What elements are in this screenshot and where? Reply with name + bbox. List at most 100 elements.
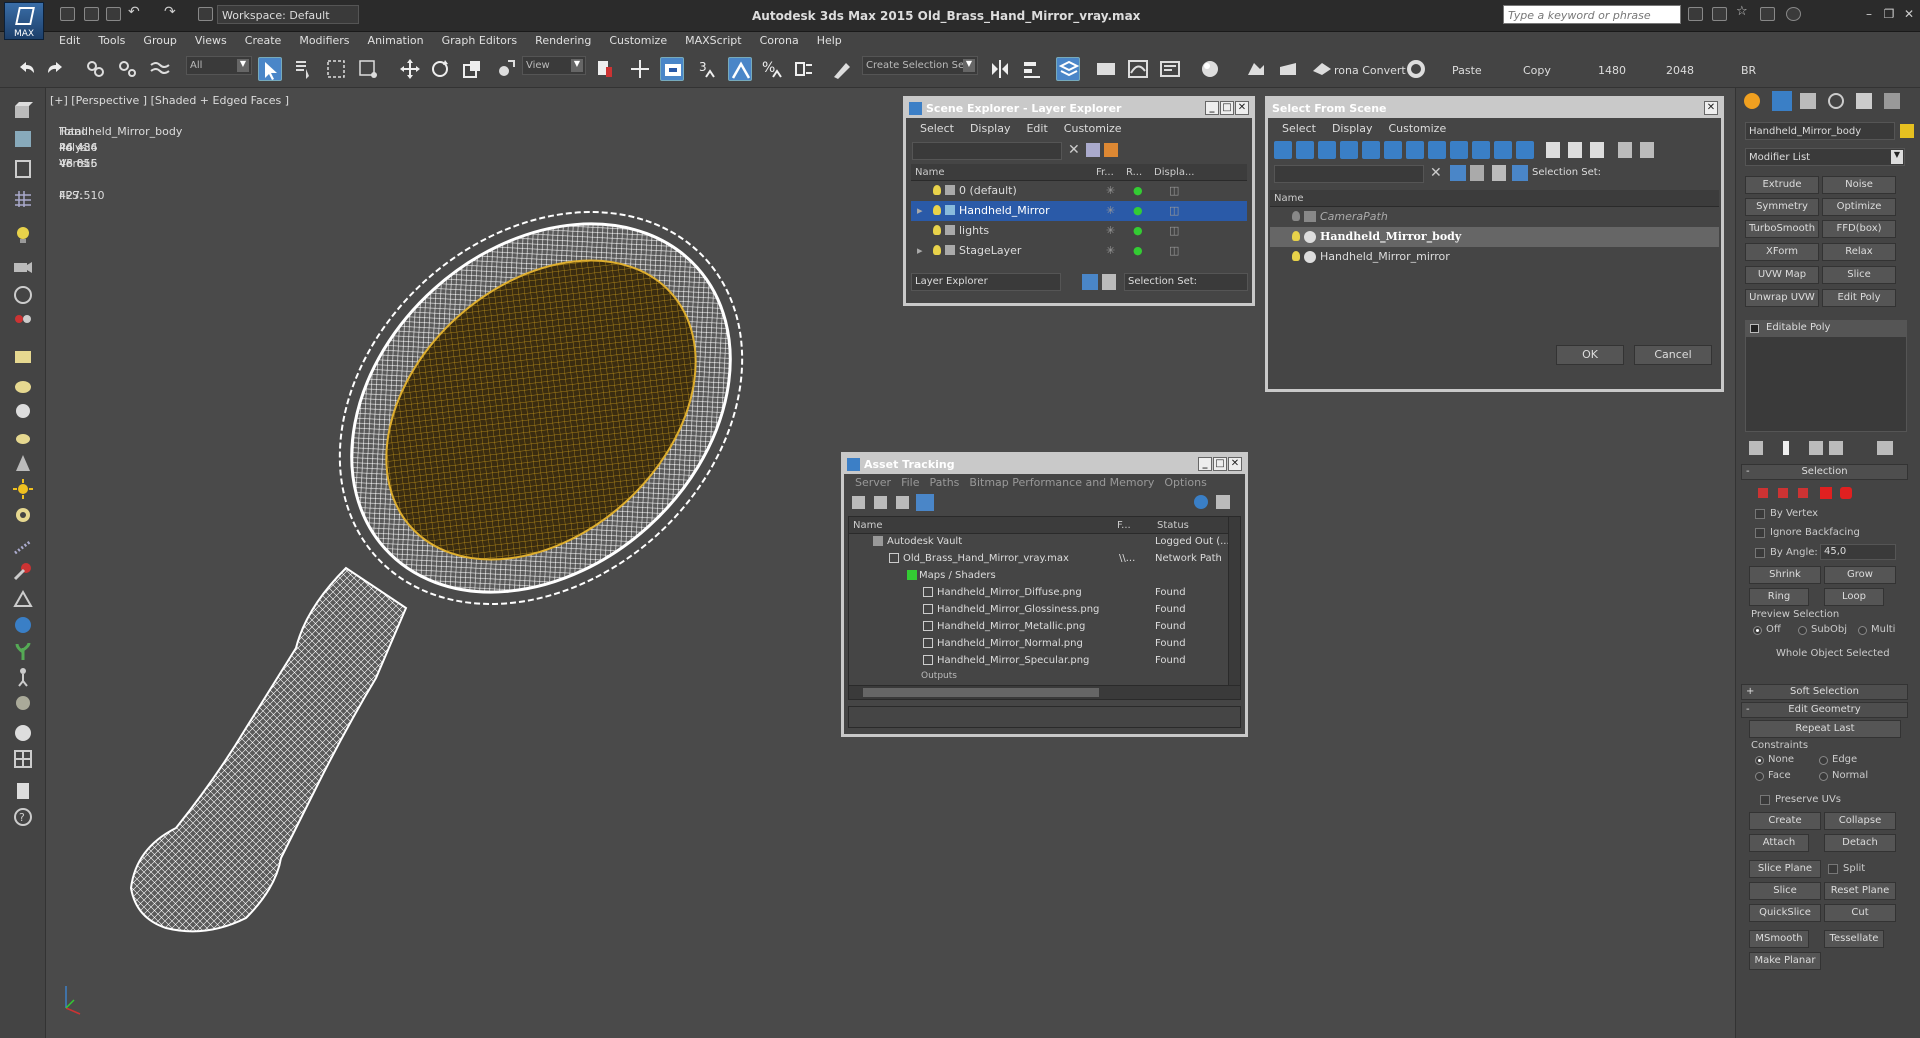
create-button[interactable]: Create [1749, 812, 1821, 830]
angle-spinner[interactable]: 45,0 [1820, 544, 1896, 560]
preview-subobj-radio[interactable] [1798, 626, 1807, 635]
filter-space-warps-icon[interactable] [1384, 141, 1402, 159]
plant-icon[interactable] [12, 640, 34, 662]
stack-item-editable-poly[interactable]: Editable Poly [1746, 321, 1906, 337]
render-teapot-icon[interactable]: ● [1133, 184, 1143, 197]
asset-row[interactable]: Maps / Shaders [849, 568, 1240, 585]
polygon-icon[interactable] [1820, 487, 1832, 499]
preview-multi-radio[interactable] [1858, 626, 1867, 635]
preview-off-radio[interactable] [1753, 626, 1762, 635]
at-col-name[interactable]: Name [853, 520, 883, 531]
maximize-icon[interactable]: ❐ [1880, 7, 1898, 21]
menu-graph-editors[interactable]: Graph Editors [433, 32, 527, 50]
object-row-selected[interactable]: Handheld_Mirror_body [1270, 227, 1719, 247]
angle-snap-icon[interactable] [728, 57, 752, 81]
filter-groups-icon[interactable] [1406, 141, 1424, 159]
make-unique-icon[interactable] [1809, 441, 1823, 455]
menu-tools[interactable]: Tools [89, 32, 134, 50]
highlight-icon[interactable] [1104, 143, 1118, 157]
layers-icon[interactable] [12, 158, 34, 180]
highlight-icon[interactable] [1470, 165, 1484, 181]
redo-icon[interactable] [44, 57, 68, 81]
tab-motion-icon[interactable] [1828, 93, 1844, 109]
rollout-soft-selection[interactable]: + Soft Selection [1741, 684, 1908, 700]
refresh-icon[interactable] [852, 496, 865, 509]
configure-modifier-sets-icon[interactable] [1877, 441, 1893, 455]
select-object-icon[interactable] [258, 57, 282, 81]
sfs-menu-select[interactable]: Select [1274, 118, 1324, 138]
layer-row-selected[interactable]: ▸ Handheld_Mirror ✳ ● ◫ [911, 201, 1247, 221]
clear-search-icon[interactable]: ✕ [1430, 165, 1442, 181]
expand-arrow-icon[interactable]: ▸ [917, 204, 923, 217]
corona-convert-label[interactable]: rona Convert [1334, 64, 1406, 77]
place-icon[interactable] [494, 57, 518, 81]
remove-modifier-icon[interactable] [1829, 441, 1843, 455]
camera-icon[interactable] [12, 256, 34, 278]
se-col-name[interactable]: Name [915, 167, 945, 178]
reference-coordinate-dropdown[interactable]: View ▼ [522, 56, 586, 75]
asset-row[interactable]: Old_Brass_Hand_Mirror_vray.max \\... Net… [849, 551, 1240, 568]
filter-helpers-icon[interactable] [1362, 141, 1380, 159]
layer-row[interactable]: ▸ StageLayer ✳ ● ◫ [911, 241, 1247, 261]
by-angle-checkbox[interactable] [1755, 548, 1765, 558]
scene-explorer-search-input[interactable] [912, 142, 1062, 160]
filter-frozen-icon[interactable] [1494, 141, 1512, 159]
light-bulb-icon[interactable] [933, 185, 941, 195]
geosphere-icon[interactable] [12, 400, 34, 422]
asset-row[interactable]: Handheld_Mirror_Specular.png Found [849, 653, 1240, 670]
close-icon[interactable]: ✕ [1228, 457, 1242, 471]
at-menu-file[interactable]: File [896, 474, 924, 492]
tab-modify-icon[interactable] [1772, 91, 1792, 111]
freeze-icon[interactable]: ✳ [1106, 244, 1115, 257]
percent-snap-icon[interactable]: % [760, 57, 784, 81]
constraint-normal-radio[interactable] [1819, 772, 1828, 781]
split-checkbox[interactable] [1828, 864, 1838, 874]
menu-corona[interactable]: Corona [751, 32, 808, 50]
at-menu-options[interactable]: Options [1159, 474, 1211, 492]
close-icon[interactable]: ✕ [1900, 7, 1918, 21]
modifier-symmetry-button[interactable]: Symmetry [1745, 198, 1819, 216]
preserve-uvs-checkbox[interactable] [1760, 795, 1770, 805]
render-teapot-icon[interactable]: ● [1133, 204, 1143, 217]
object-color-swatch[interactable] [1900, 124, 1914, 138]
vertex-icon[interactable] [1758, 488, 1768, 498]
align-icon[interactable] [1020, 57, 1044, 81]
particles-icon[interactable] [12, 536, 34, 558]
filter-lights-icon[interactable] [1318, 141, 1336, 159]
menu-group[interactable]: Group [134, 32, 186, 50]
selection-set-dropdown[interactable]: Selection Set: [1124, 273, 1248, 291]
at-col-status[interactable]: Status [1157, 520, 1189, 531]
asset-tracking-titlebar[interactable]: Asset Tracking _ □ ✕ [844, 455, 1245, 474]
menu-modifiers[interactable]: Modifiers [290, 32, 358, 50]
minimize-icon[interactable]: _ [1205, 101, 1219, 115]
menu-customize[interactable]: Customize [600, 32, 676, 50]
menu-edit[interactable]: Edit [50, 32, 89, 50]
bind-space-warp-icon[interactable] [148, 57, 172, 81]
tab-create-icon[interactable] [1744, 93, 1760, 109]
maximize-icon[interactable]: □ [1213, 457, 1227, 471]
hierarchy-icon[interactable] [1102, 274, 1116, 290]
list-options-icon[interactable] [1640, 142, 1654, 158]
filter-icon[interactable] [1086, 143, 1100, 157]
layer-explorer-toggle-icon[interactable] [1082, 274, 1098, 290]
display-all-icon[interactable] [1546, 142, 1560, 158]
grid-icon[interactable] [12, 188, 34, 210]
sphere-icon[interactable] [12, 374, 34, 396]
menu-rendering[interactable]: Rendering [526, 32, 600, 50]
tab-display-icon[interactable] [1856, 93, 1872, 109]
subscription-icon[interactable] [1712, 7, 1727, 21]
at-menu-server[interactable]: Server [850, 474, 896, 492]
workspace-dropdown[interactable]: Workspace: Default [217, 5, 359, 24]
se-col-frozen[interactable]: Fr... [1096, 167, 1114, 178]
clear-search-icon[interactable]: ✕ [1068, 142, 1080, 158]
modifier-unwrap-uvw-button[interactable]: Unwrap UVW [1745, 289, 1819, 307]
curve-editor-icon[interactable] [1126, 57, 1150, 81]
asset-row[interactable]: Handheld_Mirror_Normal.png Found [849, 636, 1240, 653]
loop-button[interactable]: Loop [1824, 588, 1884, 606]
filter-icon[interactable] [1450, 165, 1466, 181]
filter-xrefs-icon[interactable] [1428, 141, 1446, 159]
layer-explorer-icon[interactable] [1056, 57, 1080, 81]
grid-view-icon[interactable] [916, 494, 934, 511]
at-menu-paths[interactable]: Paths [925, 474, 965, 492]
border-icon[interactable] [1798, 488, 1808, 498]
